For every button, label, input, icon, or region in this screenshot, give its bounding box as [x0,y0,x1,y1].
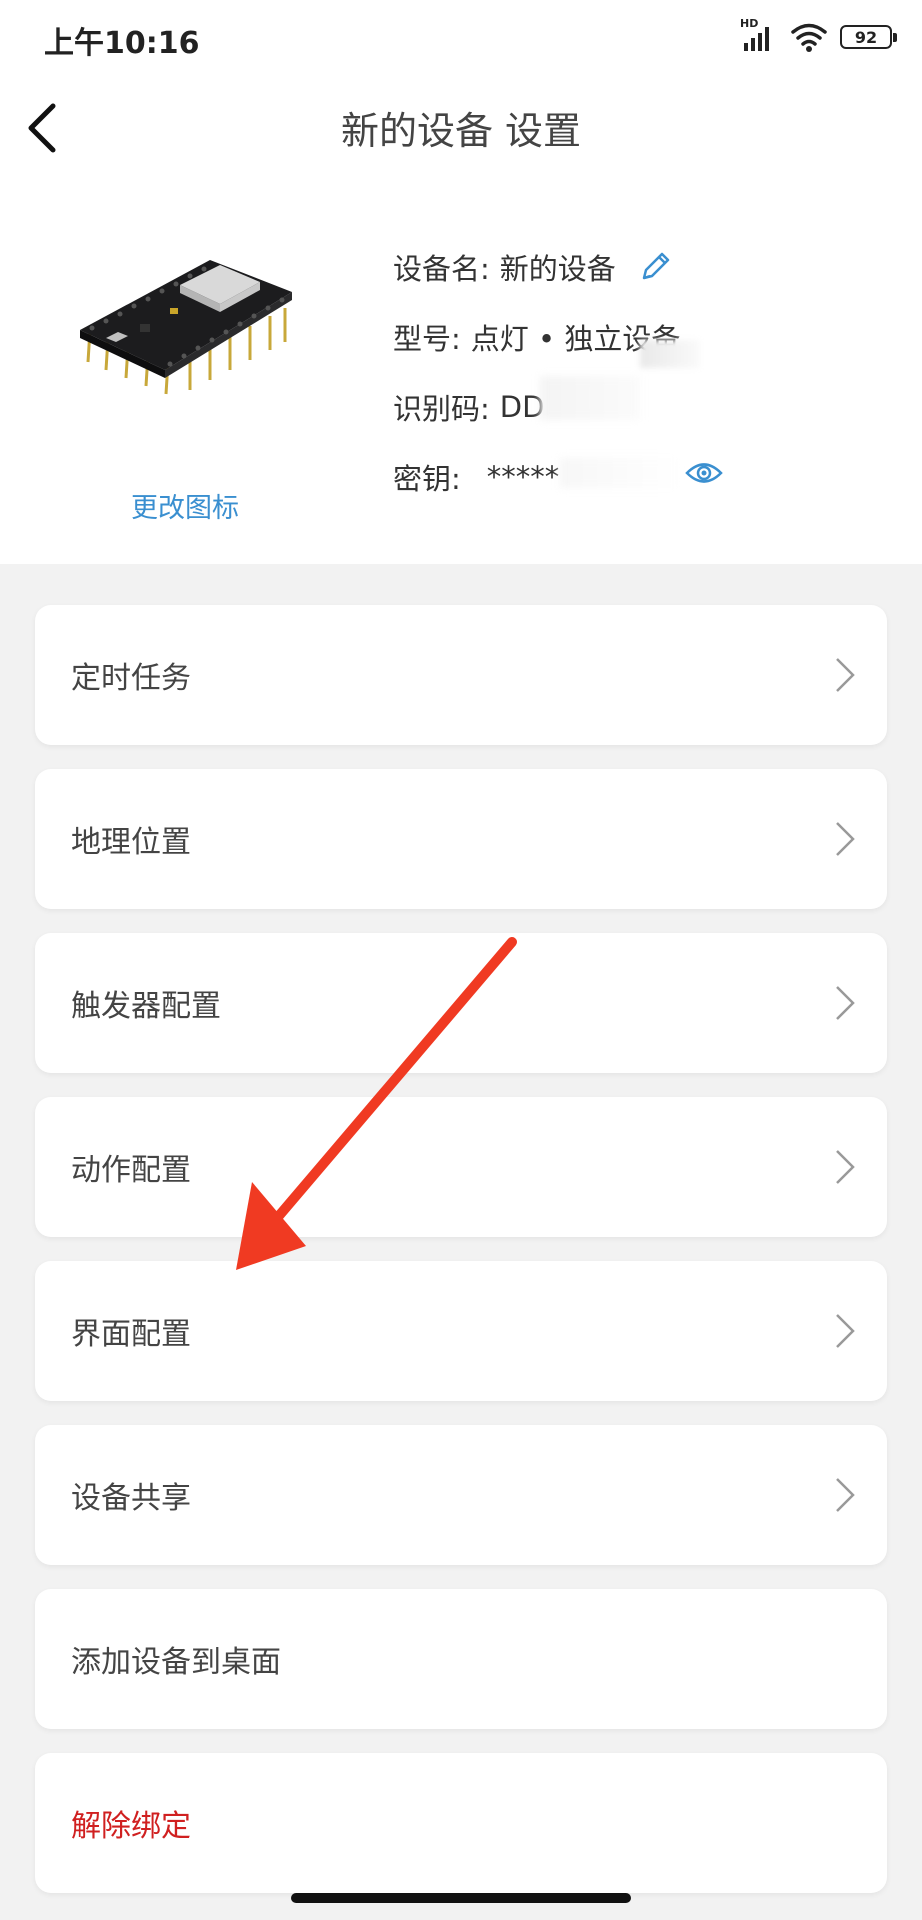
menu-item-unbind[interactable]: 解除绑定 [35,1753,887,1893]
chevron-right-icon [836,1150,855,1184]
status-icons: HD 92 [740,17,897,54]
device-model-row: 型号: 点灯 • 独立设备 [393,316,680,358]
menu-item-label: 添加设备到桌面 [71,1645,281,1680]
redaction-blur [560,458,680,488]
chevron-right-icon [836,1478,855,1512]
device-model-label: 型号: [393,322,461,356]
menu-item-label: 地理位置 [71,825,191,860]
menu-item-device-sharing[interactable]: 设备共享 [35,1425,887,1565]
device-name-value: 新的设备 [499,252,616,286]
chevron-right-icon [836,986,855,1020]
home-indicator[interactable] [291,1893,631,1903]
device-id-value: DD [499,390,545,424]
menu-item-add-to-desktop[interactable]: 添加设备到桌面 [35,1589,887,1729]
device-name-label: 设备名: [393,252,490,286]
signal-icon: HD [740,17,778,53]
redaction-blur [540,376,640,420]
menu-item-location[interactable]: 地理位置 [35,769,887,909]
battery-level: 92 [854,27,878,47]
redaction-blur [640,340,700,368]
device-board-image [80,260,292,395]
menu-item-label: 设备共享 [71,1481,191,1516]
eye-icon[interactable] [684,458,724,488]
menu-item-interface-config[interactable]: 界面配置 [35,1261,887,1401]
device-name-row: 设备名: 新的设备 [393,246,672,288]
status-time: 上午10:16 [44,26,200,61]
device-id-label: 识别码: [393,392,490,426]
menu-item-action-config[interactable]: 动作配置 [35,1097,887,1237]
chevron-right-icon [836,822,855,856]
chevron-right-icon [836,1314,855,1348]
device-key-label: 密钥: [393,462,461,496]
wifi-icon [791,23,827,52]
device-key-value: ***** [486,460,560,494]
chevron-right-icon [836,658,855,692]
device-key-row: 密钥: ***** [393,456,559,498]
menu-item-label: 动作配置 [71,1153,191,1188]
device-id-row: 识别码: DD [393,386,544,428]
pencil-icon[interactable] [638,250,672,284]
battery-icon: 92 [840,25,897,49]
settings-menu: 定时任务 地理位置 触发器配置 动作配置 界面配置 设备共享 添加设备到桌面 解… [35,605,887,1917]
menu-item-label: 界面配置 [71,1317,191,1352]
menu-item-label: 定时任务 [71,661,191,696]
unbind-label: 解除绑定 [71,1809,191,1844]
change-icon-link[interactable]: 更改图标 [110,486,260,525]
page-title: 新的设备 设置 [340,109,582,153]
menu-item-trigger-config[interactable]: 触发器配置 [35,933,887,1073]
menu-item-scheduled-tasks[interactable]: 定时任务 [35,605,887,745]
menu-item-label: 触发器配置 [71,989,221,1024]
